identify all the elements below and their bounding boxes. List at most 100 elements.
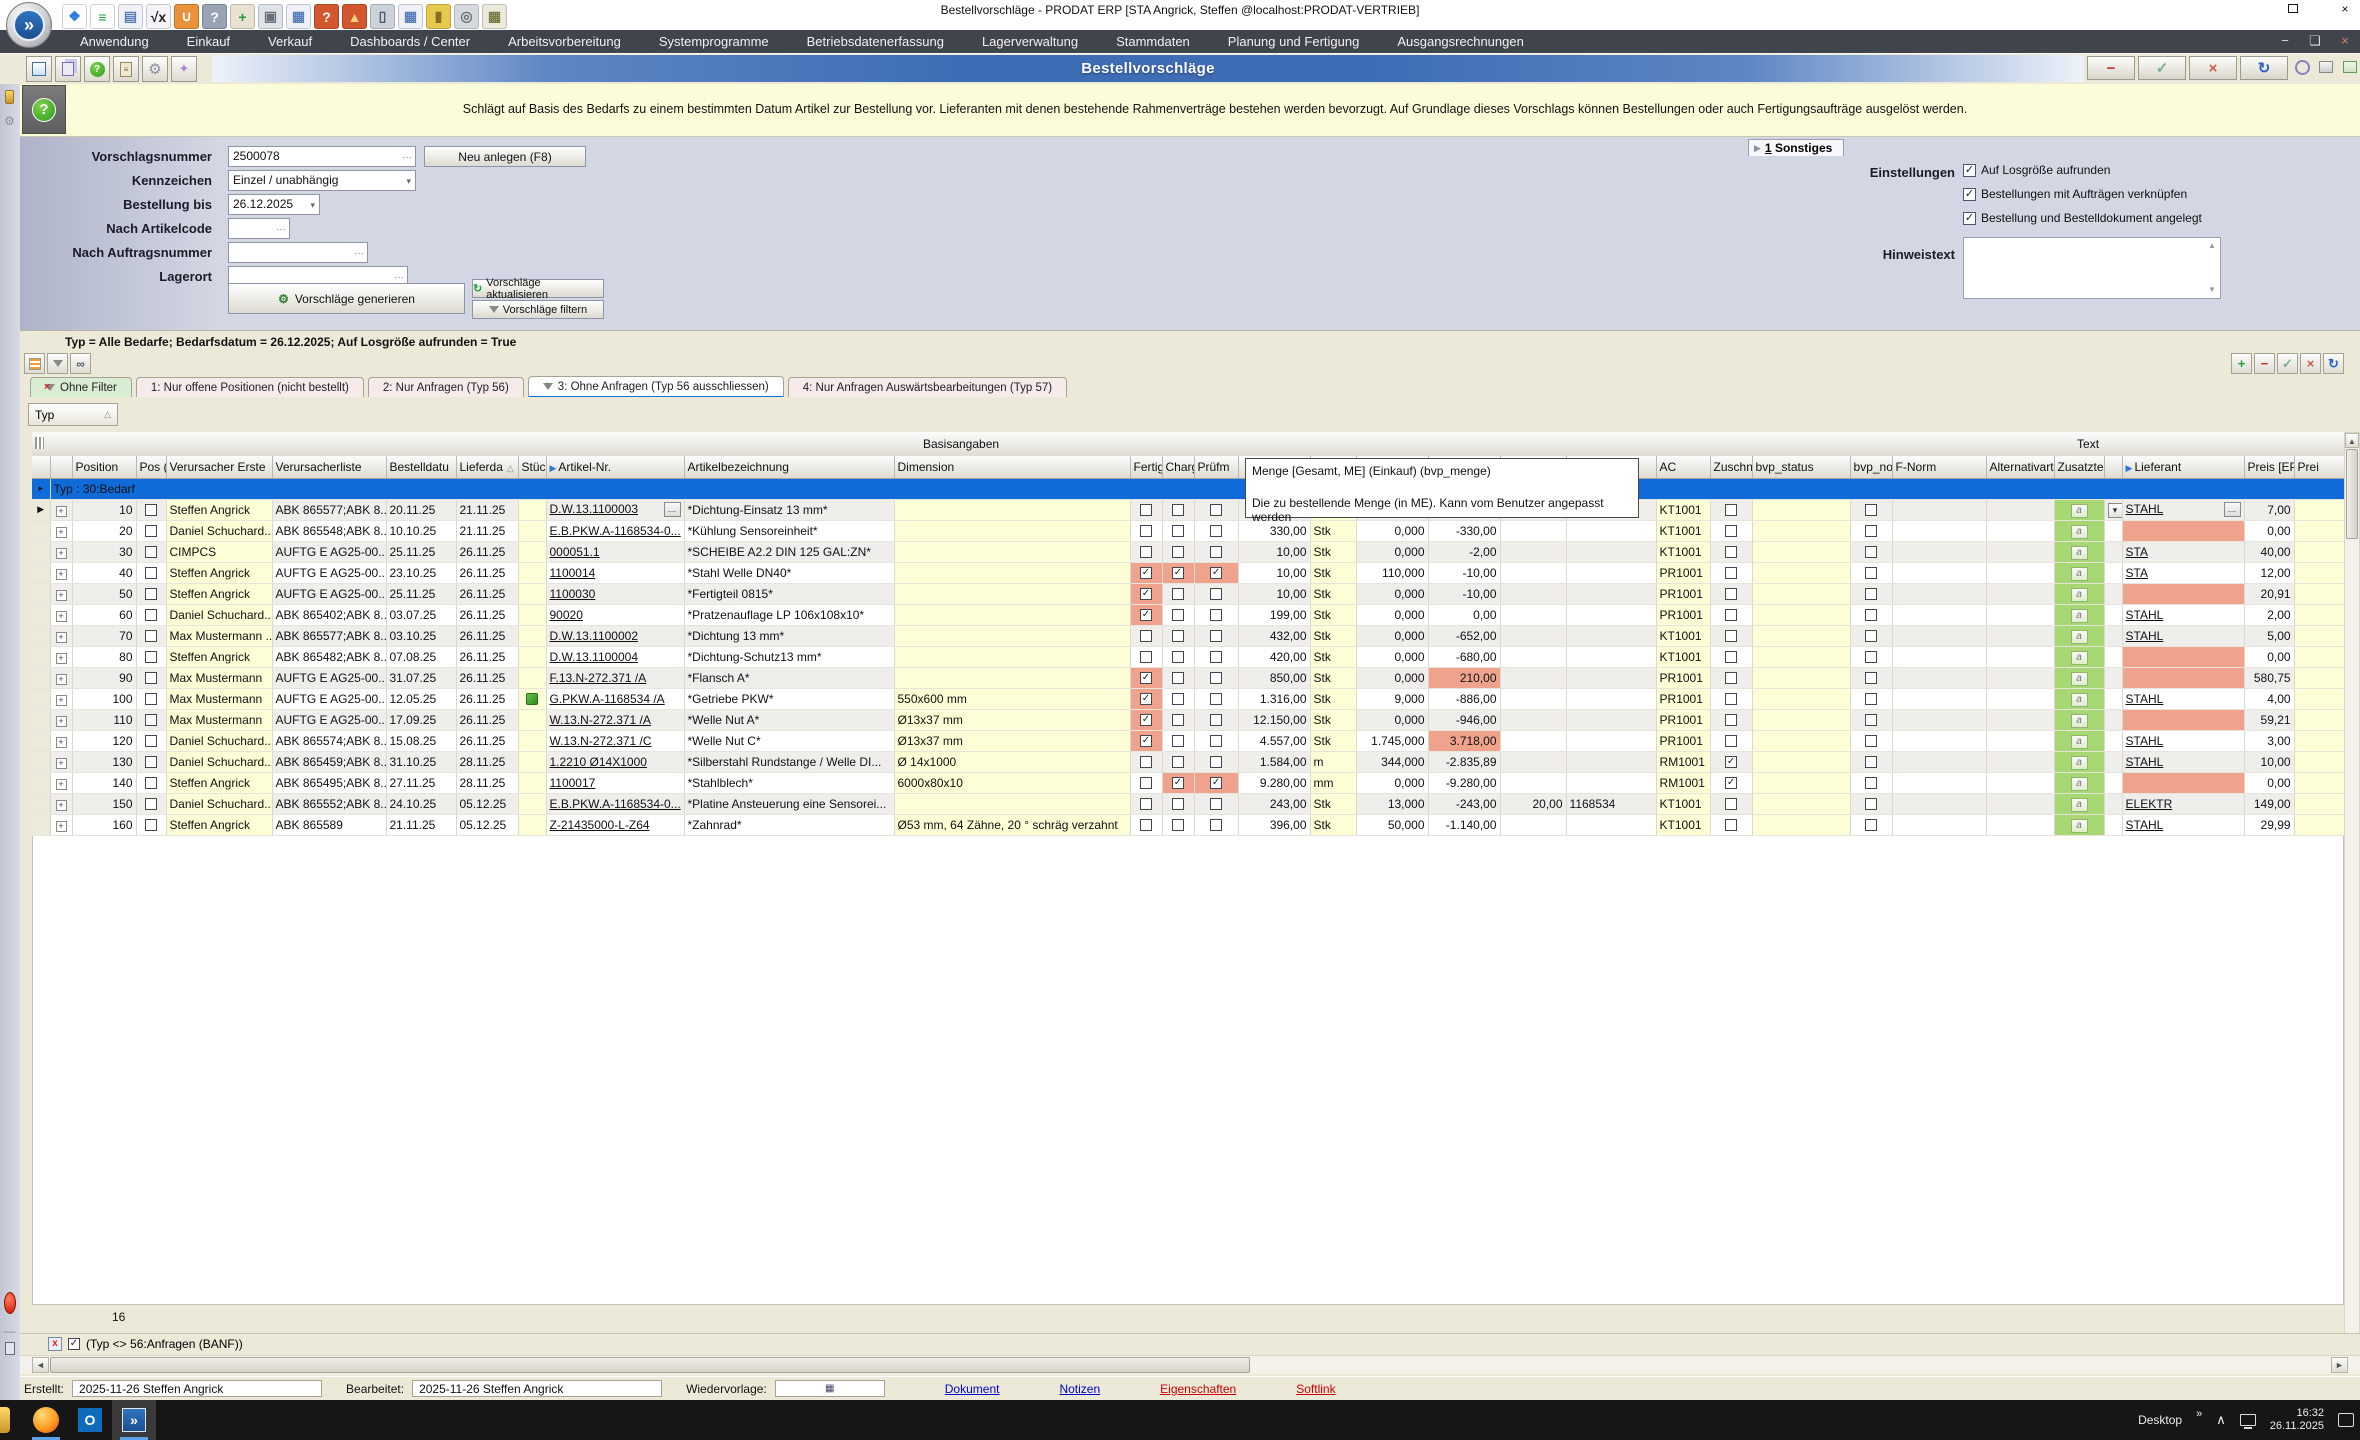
help-icon[interactable]: ?	[84, 56, 110, 82]
expand-cell[interactable]: +	[50, 814, 72, 835]
cell-dimension[interactable]: Ø13x37 mm	[894, 709, 1130, 730]
network-icon[interactable]	[2240, 1414, 2256, 1426]
cell-verursacher[interactable]: Steffen Angrick	[166, 772, 272, 793]
cell-lieferdatum[interactable]: 26.11.25	[456, 625, 518, 646]
reload-icon[interactable]: ↻	[2323, 353, 2344, 374]
cell-extra1[interactable]	[1500, 667, 1566, 688]
cell-lieferant[interactable]	[2122, 646, 2244, 667]
cart-icon[interactable]: ▣	[258, 4, 283, 29]
cell-preis[interactable]: 20,91	[2244, 583, 2294, 604]
text-note-icon[interactable]: a	[2071, 735, 2088, 749]
cell-lieferdatum[interactable]: 26.11.25	[456, 604, 518, 625]
cell-dropdown[interactable]	[2104, 520, 2122, 541]
key-icon[interactable]	[3, 90, 16, 107]
cell-position[interactable]: 100	[72, 688, 136, 709]
cell-checkbox[interactable]	[1162, 625, 1194, 646]
cell-extra1[interactable]	[1500, 583, 1566, 604]
cell-bvp-status[interactable]	[1752, 667, 1850, 688]
cell-bestand[interactable]: 0,000	[1356, 541, 1428, 562]
text-note-icon[interactable]: a	[2071, 567, 2088, 581]
expand-plus-icon[interactable]: +	[56, 611, 67, 622]
cell-referenz-artikel[interactable]	[1566, 667, 1656, 688]
lieferant-link[interactable]: STAHL	[2126, 734, 2164, 748]
desktop-label[interactable]: Desktop	[2138, 1413, 2182, 1427]
cell-referenz-artikel[interactable]	[1566, 562, 1656, 583]
cell-checkbox[interactable]	[1850, 667, 1892, 688]
cell-ac[interactable]: RM1001	[1656, 772, 1710, 793]
cell-dropdown[interactable]	[2104, 562, 2122, 583]
scroll-up-icon[interactable]: ▲	[2205, 239, 2219, 253]
cell-checkbox[interactable]	[1850, 604, 1892, 625]
cell-dimension[interactable]	[894, 520, 1130, 541]
copy-icon[interactable]	[55, 56, 81, 82]
cell-bvp-status[interactable]	[1752, 541, 1850, 562]
cell-lieferdatum[interactable]: 21.11.25	[456, 520, 518, 541]
cell-alternativartikel[interactable]	[1986, 541, 2054, 562]
cell-zusatztext[interactable]: a	[2054, 625, 2104, 646]
cell-alternativartikel[interactable]	[1986, 499, 2054, 520]
cell-position[interactable]: 30	[72, 541, 136, 562]
text-note-icon[interactable]: a	[2071, 693, 2088, 707]
gear-icon[interactable]: ⚙	[142, 56, 168, 82]
cell-lieferdatum[interactable]: 26.11.25	[456, 730, 518, 751]
cell-bvp-status[interactable]	[1752, 751, 1850, 772]
cell-artikel-nr[interactable]: 1.2210 Ø14X1000	[546, 751, 684, 772]
cell-stueckliste[interactable]	[518, 772, 546, 793]
cell-dimension[interactable]	[894, 625, 1130, 646]
cell-verursacherliste[interactable]: ABK 865577;ABK 8...	[272, 625, 386, 646]
notizen-link[interactable]: Notizen	[1059, 1382, 1100, 1396]
cell-checkbox[interactable]	[1194, 625, 1238, 646]
menu-item-stammdaten[interactable]: Stammdaten	[1116, 34, 1190, 49]
cell-extra1[interactable]: 20,00	[1500, 793, 1566, 814]
cell-verursacherliste[interactable]: AUFTG E AG25-00...	[272, 667, 386, 688]
col-header-preis-ep-m[interactable]: Preis [EP, M	[2244, 456, 2294, 478]
artikel-link[interactable]: D.W.13.1100003	[550, 502, 639, 516]
lieferant-link[interactable]: ELEKTR	[2126, 797, 2173, 811]
artikel-link[interactable]: E.B.PKW.A-1168534-0...	[550, 524, 681, 538]
table-row[interactable]: +40Steffen AngrickAUFTG E AG25-00...23.1…	[32, 562, 2344, 583]
cell-verursacher[interactable]: Daniel Schuchard...	[166, 730, 272, 751]
group-row[interactable]: ▸Typ : 30:Bedarf	[32, 478, 2344, 499]
cell-menge[interactable]: 10,00	[1238, 541, 1310, 562]
cell-dropdown[interactable]	[2104, 751, 2122, 772]
table-row[interactable]: +120Daniel Schuchard...ABK 865574;ABK 8.…	[32, 730, 2344, 751]
expand-cell[interactable]: +	[50, 793, 72, 814]
cell-checkbox[interactable]	[1162, 604, 1194, 625]
cell-checkbox[interactable]	[1194, 688, 1238, 709]
cell-preis[interactable]: 5,00	[2244, 625, 2294, 646]
chevron-down-icon[interactable]: ▾	[2108, 503, 2123, 518]
accept-icon[interactable]: ✓	[2277, 353, 2298, 374]
lieferant-link[interactable]: STAHL	[2126, 692, 2164, 706]
expand-cell[interactable]: +	[50, 520, 72, 541]
cell-preis-cut[interactable]	[2294, 562, 2344, 583]
taskbar-prodat-icon[interactable]: »	[112, 1400, 156, 1440]
cell-checkbox[interactable]	[1710, 667, 1752, 688]
menu-item-einkauf[interactable]: Einkauf	[187, 34, 230, 49]
cell-f-norm[interactable]	[1892, 730, 1986, 751]
cell-differenz[interactable]: -1.140,00	[1428, 814, 1500, 835]
cell-lieferdatum[interactable]: 26.11.25	[456, 667, 518, 688]
auftragsnummer-input[interactable]: …	[228, 242, 368, 263]
nav-arrows-icon[interactable]: ❖	[62, 4, 87, 29]
col-header-zusatzte[interactable]: Zusatzte	[2054, 456, 2104, 478]
col-header-bestelldatu[interactable]: Bestelldatu	[386, 456, 456, 478]
expand-cell[interactable]: +	[50, 730, 72, 751]
clipboard-icon[interactable]: ≡	[113, 56, 139, 82]
cell-checkbox[interactable]	[1162, 688, 1194, 709]
cell-position[interactable]: 40	[72, 562, 136, 583]
cell-checkbox[interactable]	[1130, 541, 1162, 562]
cell-differenz[interactable]: -946,00	[1428, 709, 1500, 730]
cell-bestelldatum[interactable]: 27.11.25	[386, 772, 456, 793]
cell-dropdown[interactable]	[2104, 730, 2122, 751]
cell-bestand[interactable]: 0,000	[1356, 772, 1428, 793]
text-note-icon[interactable]: a	[2071, 651, 2088, 665]
cell-dimension[interactable]	[894, 541, 1130, 562]
cell-bestand[interactable]: 0,000	[1356, 667, 1428, 688]
col-header-artikelbezeichnung[interactable]: Artikelbezeichnung	[684, 456, 894, 478]
cell-zusatztext[interactable]: a	[2054, 709, 2104, 730]
cell-differenz[interactable]: -9.280,00	[1428, 772, 1500, 793]
cell-bestelldatum[interactable]: 24.10.25	[386, 793, 456, 814]
cell-checkbox[interactable]	[1850, 772, 1892, 793]
cell-checkbox[interactable]	[1162, 499, 1194, 520]
cell-checkbox[interactable]	[1850, 730, 1892, 751]
